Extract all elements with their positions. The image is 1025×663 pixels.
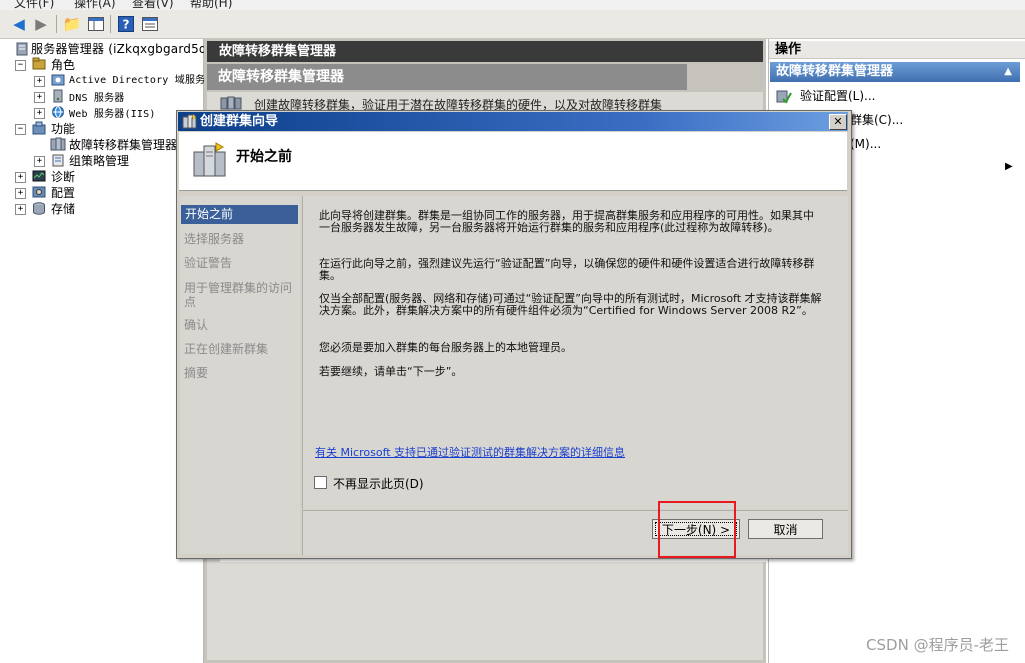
wizard-step-validation-warning: 验证警告 xyxy=(184,256,233,270)
menu-bar: 文件(F) 操作(A) 查看(V) 帮助(H) xyxy=(0,0,1025,10)
back-arrow-icon[interactable]: ◀ xyxy=(9,14,29,34)
forward-arrow-icon[interactable]: ▶ xyxy=(31,14,51,34)
submenu-arrow-icon[interactable]: ▶ xyxy=(1005,161,1013,172)
intro-paragraph-5: 若要继续，请单击“下一步”。 xyxy=(319,365,463,378)
tree-item-configuration[interactable]: 配置 xyxy=(51,185,75,201)
tree-item-web-iis[interactable]: Web 服务器(IIS) xyxy=(69,105,156,121)
dns-label: DNS 服务器 xyxy=(69,93,125,104)
cancel-button[interactable]: 取消 xyxy=(748,519,823,539)
center-header-title: 故障转移群集管理器 xyxy=(207,41,763,62)
tree-item-failover-cluster-manager[interactable]: 故障转移群集管理器 xyxy=(69,137,177,153)
tree-expand-dns[interactable]: + xyxy=(34,92,45,103)
menu-view[interactable]: 查看(V) xyxy=(132,0,174,10)
collapse-up-icon[interactable]: ▲ xyxy=(1004,62,1012,82)
dialog-titlebar[interactable]: 创建群集向导 xyxy=(178,112,848,131)
highlight-box-next xyxy=(658,501,736,558)
tree-root-server-manager[interactable]: 服务器管理器 (iZkqxgbgard5qf xyxy=(31,41,211,57)
diagnostics-icon xyxy=(31,169,46,183)
tree-item-group-policy[interactable]: 组策略管理 xyxy=(69,153,129,169)
roles-icon xyxy=(31,57,46,71)
tree-collapse-features[interactable]: − xyxy=(15,124,26,135)
server-manager-icon xyxy=(14,42,29,56)
toolbar-separator xyxy=(110,15,111,33)
configuration-icon xyxy=(31,185,46,199)
toolbar: ◀ ▶ 📁 ? xyxy=(0,10,1025,39)
web-label: Web 服务器(IIS) xyxy=(69,109,156,120)
action-validate-configuration[interactable]: 验证配置(L)... xyxy=(800,88,876,104)
cluster-servers-small-icon xyxy=(220,96,242,110)
wizard-step-summary: 摘要 xyxy=(184,366,209,380)
watermark-text: CSDN @程序员-老王 xyxy=(866,636,1009,654)
wizard-step-access-point: 用于管理群集的访问点 xyxy=(184,281,293,309)
group-policy-icon xyxy=(50,153,65,167)
intro-paragraph-2: 在运行此向导之前，强烈建议先运行“验证配置”向导，以确保您的硬件和硬件设置适合进… xyxy=(319,257,815,282)
wizard-step-select-servers: 选择服务器 xyxy=(184,232,245,246)
active-directory-icon xyxy=(50,73,65,87)
intro-paragraph-3: 仅当全部配置(服务器、网络和存储)可通过“验证配置”向导中的所有测试时，Micr… xyxy=(319,292,822,317)
wizard-step-creating-cluster: 正在创建新群集 xyxy=(184,342,269,356)
tree-item-features[interactable]: 功能 xyxy=(51,121,75,137)
tree-item-roles[interactable]: 角色 xyxy=(51,57,75,73)
tree-item-dns[interactable]: DNS 服务器 xyxy=(69,89,124,105)
dont-show-again-checkbox[interactable] xyxy=(314,476,327,489)
properties-icon[interactable] xyxy=(140,14,160,34)
menu-help[interactable]: 帮助(H) xyxy=(190,0,232,10)
tree-expand-diagnostics[interactable]: + xyxy=(15,172,26,183)
dialog-title: 创建群集向导 xyxy=(200,114,279,129)
wizard-step-confirmation: 确认 xyxy=(184,318,209,332)
action-manage-cluster[interactable]: (M)... xyxy=(850,136,881,152)
action-create-cluster[interactable]: 群集(C)... xyxy=(850,112,903,128)
tree-item-diagnostics[interactable]: 诊断 xyxy=(51,169,75,185)
tree-root-label: 服务器管理器 (iZkqxgbgard5qf xyxy=(31,42,212,56)
storage-icon xyxy=(31,201,46,215)
actions-section-header[interactable]: 故障转移群集管理器 ▲ xyxy=(770,62,1020,82)
failover-cluster-icon xyxy=(50,137,66,151)
actions-title: 操作 xyxy=(769,41,1025,59)
menu-action[interactable]: 操作(A) xyxy=(74,0,116,10)
dns-server-icon xyxy=(50,89,65,103)
dialog-close-button[interactable]: ✕ xyxy=(829,114,847,130)
tree-expand-configuration[interactable]: + xyxy=(15,188,26,199)
dont-show-again-label[interactable]: 不再显示此页(D) xyxy=(333,475,424,492)
wizard-servers-icon xyxy=(192,142,228,181)
features-icon xyxy=(31,121,46,135)
supported-solutions-link[interactable]: 有关 Microsoft 支持已通过验证测试的群集解决方案的详细信息 xyxy=(315,444,625,460)
tree-expand-gpm[interactable]: + xyxy=(34,156,45,167)
up-folder-icon[interactable]: 📁 xyxy=(62,14,82,34)
tree-collapse-roles[interactable]: − xyxy=(15,60,26,71)
dialog-page-heading: 开始之前 xyxy=(236,149,292,165)
intro-paragraph-1: 此向导将创建群集。群集是一组协同工作的服务器，用于提高群集服务和应用程序的可用性… xyxy=(319,209,814,234)
tree-expand-ad[interactable]: + xyxy=(34,76,45,87)
help-icon[interactable]: ? xyxy=(116,14,136,34)
web-server-icon xyxy=(50,105,65,119)
toolbar-separator xyxy=(56,15,57,33)
tree-item-active-directory[interactable]: Active Directory 域服务 xyxy=(69,73,205,89)
tree-expand-storage[interactable]: + xyxy=(15,204,26,215)
validate-config-icon xyxy=(776,88,792,104)
tree-item-storage[interactable]: 存储 xyxy=(51,201,75,217)
wizard-step-before-you-begin[interactable]: 开始之前 xyxy=(181,205,298,224)
svg-text:?: ? xyxy=(123,18,130,32)
menu-file[interactable]: 文件(F) xyxy=(14,0,54,10)
intro-paragraph-4: 您必须是要加入群集的每台服务器上的本地管理员。 xyxy=(319,341,572,354)
center-banner-title: 故障转移群集管理器 xyxy=(207,64,687,90)
actions-section-label: 故障转移群集管理器 xyxy=(776,64,894,79)
tree-expand-web[interactable]: + xyxy=(34,108,45,119)
show-hide-tree-icon[interactable] xyxy=(86,14,106,34)
